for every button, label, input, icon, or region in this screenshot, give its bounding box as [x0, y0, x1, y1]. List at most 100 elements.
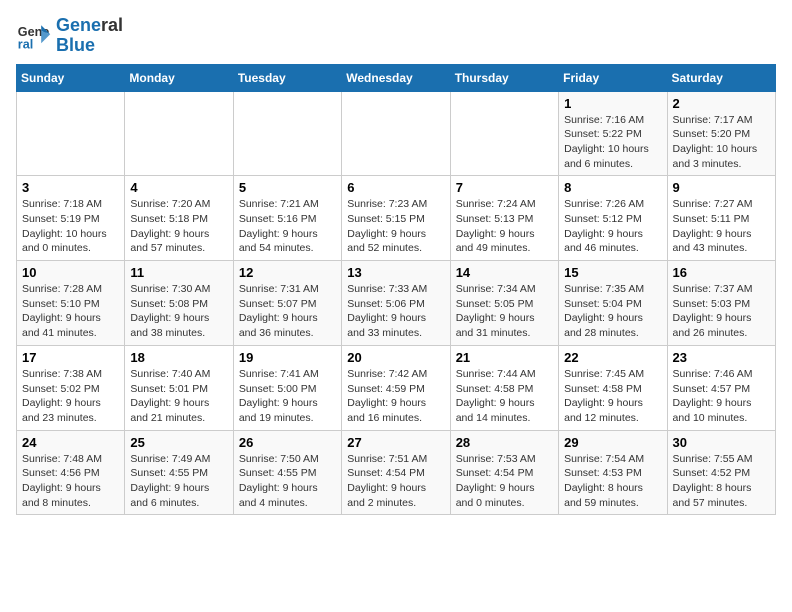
calendar-cell: 19 Sunrise: 7:41 AM Sunset: 5:00 PM Dayli… [233, 345, 341, 430]
calendar-cell: 10 Sunrise: 7:28 AM Sunset: 5:10 PM Dayli… [17, 261, 125, 346]
day-detail: Sunrise: 7:31 AM Sunset: 5:07 PM Dayligh… [239, 282, 336, 341]
day-detail: Sunrise: 7:53 AM Sunset: 4:54 PM Dayligh… [456, 452, 553, 511]
day-detail: Sunrise: 7:30 AM Sunset: 5:08 PM Dayligh… [130, 282, 227, 341]
calendar-cell: 12 Sunrise: 7:31 AM Sunset: 5:07 PM Dayli… [233, 261, 341, 346]
calendar-cell: 28 Sunrise: 7:53 AM Sunset: 4:54 PM Dayli… [450, 430, 558, 515]
day-number: 7 [456, 180, 553, 195]
day-detail: Sunrise: 7:48 AM Sunset: 4:56 PM Dayligh… [22, 452, 119, 511]
day-number: 15 [564, 265, 661, 280]
calendar-cell: 24 Sunrise: 7:48 AM Sunset: 4:56 PM Dayli… [17, 430, 125, 515]
weekday-header-row: SundayMondayTuesdayWednesdayThursdayFrid… [17, 64, 776, 91]
calendar-cell: 15 Sunrise: 7:35 AM Sunset: 5:04 PM Dayli… [559, 261, 667, 346]
calendar-cell: 18 Sunrise: 7:40 AM Sunset: 5:01 PM Dayli… [125, 345, 233, 430]
logo: Gene ral GeneralBlue [16, 16, 123, 56]
day-number: 30 [673, 435, 770, 450]
day-detail: Sunrise: 7:28 AM Sunset: 5:10 PM Dayligh… [22, 282, 119, 341]
day-number: 12 [239, 265, 336, 280]
calendar-cell: 23Sunrise: 7:46 AM Sunset: 4:57 PM Dayli… [667, 345, 775, 430]
day-number: 28 [456, 435, 553, 450]
day-number: 16 [673, 265, 770, 280]
calendar-cell: 5Sunrise: 7:21 AM Sunset: 5:16 PM Daylig… [233, 176, 341, 261]
day-number: 13 [347, 265, 444, 280]
day-number: 17 [22, 350, 119, 365]
calendar-cell: 2 Sunrise: 7:17 AM Sunset: 5:20 PM Daylig… [667, 91, 775, 176]
day-number: 2 [673, 96, 770, 111]
day-detail: Sunrise: 7:45 AM Sunset: 4:58 PM Dayligh… [564, 367, 661, 426]
day-detail: Sunrise: 7:37 AM Sunset: 5:03 PM Dayligh… [673, 282, 770, 341]
calendar-cell: 20 Sunrise: 7:42 AM Sunset: 4:59 PM Dayli… [342, 345, 450, 430]
day-detail: Sunrise: 7:51 AM Sunset: 4:54 PM Dayligh… [347, 452, 444, 511]
weekday-header-monday: Monday [125, 64, 233, 91]
day-detail: Sunrise: 7:23 AM Sunset: 5:15 PM Dayligh… [347, 197, 444, 256]
calendar-cell [233, 91, 341, 176]
calendar-cell [342, 91, 450, 176]
calendar-cell [17, 91, 125, 176]
day-detail: Sunrise: 7:33 AM Sunset: 5:06 PM Dayligh… [347, 282, 444, 341]
calendar-cell: 6Sunrise: 7:23 AM Sunset: 5:15 PM Daylig… [342, 176, 450, 261]
calendar-cell: 17Sunrise: 7:38 AM Sunset: 5:02 PM Dayli… [17, 345, 125, 430]
calendar-cell: 26 Sunrise: 7:50 AM Sunset: 4:55 PM Dayli… [233, 430, 341, 515]
day-detail: Sunrise: 7:35 AM Sunset: 5:04 PM Dayligh… [564, 282, 661, 341]
day-detail: Sunrise: 7:26 AM Sunset: 5:12 PM Dayligh… [564, 197, 661, 256]
calendar-cell: 9 Sunrise: 7:27 AM Sunset: 5:11 PM Daylig… [667, 176, 775, 261]
logo-icon: Gene ral [16, 18, 52, 54]
calendar-cell: 16 Sunrise: 7:37 AM Sunset: 5:03 PM Dayli… [667, 261, 775, 346]
day-number: 5 [239, 180, 336, 195]
calendar-table: SundayMondayTuesdayWednesdayThursdayFrid… [16, 64, 776, 516]
day-detail: Sunrise: 7:27 AM Sunset: 5:11 PM Dayligh… [673, 197, 770, 256]
day-number: 3 [22, 180, 119, 195]
day-detail: Sunrise: 7:49 AM Sunset: 4:55 PM Dayligh… [130, 452, 227, 511]
weekday-header-tuesday: Tuesday [233, 64, 341, 91]
calendar-cell: 13 Sunrise: 7:33 AM Sunset: 5:06 PM Dayli… [342, 261, 450, 346]
calendar-cell: 11 Sunrise: 7:30 AM Sunset: 5:08 PM Dayli… [125, 261, 233, 346]
calendar-cell: 30Sunrise: 7:55 AM Sunset: 4:52 PM Dayli… [667, 430, 775, 515]
calendar-cell: 29 Sunrise: 7:54 AM Sunset: 4:53 PM Dayli… [559, 430, 667, 515]
calendar-cell: 14 Sunrise: 7:34 AM Sunset: 5:05 PM Dayli… [450, 261, 558, 346]
day-detail: Sunrise: 7:34 AM Sunset: 5:05 PM Dayligh… [456, 282, 553, 341]
day-detail: Sunrise: 7:20 AM Sunset: 5:18 PM Dayligh… [130, 197, 227, 256]
day-detail: Sunrise: 7:17 AM Sunset: 5:20 PM Dayligh… [673, 113, 770, 172]
day-number: 14 [456, 265, 553, 280]
calendar-cell: 1 Sunrise: 7:16 AM Sunset: 5:22 PM Daylig… [559, 91, 667, 176]
day-number: 10 [22, 265, 119, 280]
day-number: 18 [130, 350, 227, 365]
day-number: 29 [564, 435, 661, 450]
day-detail: Sunrise: 7:18 AM Sunset: 5:19 PM Dayligh… [22, 197, 119, 256]
day-detail: Sunrise: 7:24 AM Sunset: 5:13 PM Dayligh… [456, 197, 553, 256]
day-number: 26 [239, 435, 336, 450]
day-number: 21 [456, 350, 553, 365]
day-number: 25 [130, 435, 227, 450]
day-detail: Sunrise: 7:16 AM Sunset: 5:22 PM Dayligh… [564, 113, 661, 172]
calendar-week-row: 24 Sunrise: 7:48 AM Sunset: 4:56 PM Dayli… [17, 430, 776, 515]
svg-text:ral: ral [18, 37, 33, 51]
calendar-cell: 27 Sunrise: 7:51 AM Sunset: 4:54 PM Dayli… [342, 430, 450, 515]
weekday-header-saturday: Saturday [667, 64, 775, 91]
weekday-header-sunday: Sunday [17, 64, 125, 91]
day-number: 22 [564, 350, 661, 365]
calendar-cell: 22 Sunrise: 7:45 AM Sunset: 4:58 PM Dayli… [559, 345, 667, 430]
day-number: 1 [564, 96, 661, 111]
weekday-header-wednesday: Wednesday [342, 64, 450, 91]
calendar-cell: 3 Sunrise: 7:18 AM Sunset: 5:19 PM Daylig… [17, 176, 125, 261]
day-detail: Sunrise: 7:54 AM Sunset: 4:53 PM Dayligh… [564, 452, 661, 511]
day-number: 24 [22, 435, 119, 450]
weekday-header-thursday: Thursday [450, 64, 558, 91]
day-detail: Sunrise: 7:44 AM Sunset: 4:58 PM Dayligh… [456, 367, 553, 426]
calendar-cell [450, 91, 558, 176]
calendar-week-row: 10 Sunrise: 7:28 AM Sunset: 5:10 PM Dayli… [17, 261, 776, 346]
day-number: 27 [347, 435, 444, 450]
day-number: 9 [673, 180, 770, 195]
day-detail: Sunrise: 7:41 AM Sunset: 5:00 PM Dayligh… [239, 367, 336, 426]
day-number: 19 [239, 350, 336, 365]
calendar-week-row: 3 Sunrise: 7:18 AM Sunset: 5:19 PM Daylig… [17, 176, 776, 261]
day-number: 20 [347, 350, 444, 365]
calendar-cell: 8Sunrise: 7:26 AM Sunset: 5:12 PM Daylig… [559, 176, 667, 261]
day-detail: Sunrise: 7:40 AM Sunset: 5:01 PM Dayligh… [130, 367, 227, 426]
day-detail: Sunrise: 7:42 AM Sunset: 4:59 PM Dayligh… [347, 367, 444, 426]
calendar-cell [125, 91, 233, 176]
weekday-header-friday: Friday [559, 64, 667, 91]
calendar-cell: 25 Sunrise: 7:49 AM Sunset: 4:55 PM Dayli… [125, 430, 233, 515]
day-detail: Sunrise: 7:50 AM Sunset: 4:55 PM Dayligh… [239, 452, 336, 511]
calendar-cell: 21 Sunrise: 7:44 AM Sunset: 4:58 PM Dayli… [450, 345, 558, 430]
day-number: 11 [130, 265, 227, 280]
